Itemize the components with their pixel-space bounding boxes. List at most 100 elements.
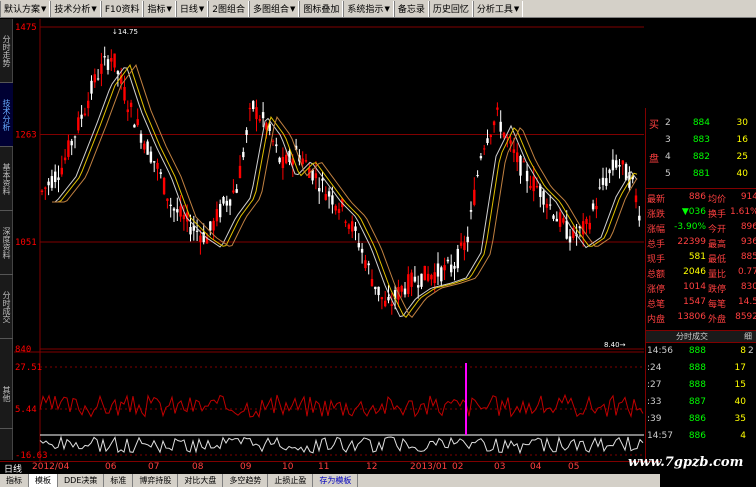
candle-body xyxy=(252,101,255,110)
bottom-tab[interactable]: 止损止盈 xyxy=(268,474,314,487)
candle-body xyxy=(149,151,153,163)
tab-detail[interactable]: 细 xyxy=(744,331,752,342)
quote-cell: 888 xyxy=(688,363,706,373)
candle-body xyxy=(367,263,370,266)
quote-cell: 8592 xyxy=(735,312,756,322)
toolbar-button[interactable]: 技术分析 ▼ xyxy=(50,0,101,17)
tab-ticks[interactable]: 分时成交 xyxy=(676,331,708,342)
candle-body xyxy=(450,264,453,273)
date-axis: 日线 2012/04 06 07 08 09 10 11 12 2013/01 02 03 04 05 xyxy=(0,461,660,475)
quote-cell: 涨停 xyxy=(647,285,666,295)
quote-cell: :27 xyxy=(647,380,662,390)
candle-body xyxy=(545,203,549,208)
candle-body xyxy=(506,136,509,138)
vtab-item[interactable]: 基本资料 xyxy=(0,147,13,211)
date-tick-label: 05 xyxy=(568,462,580,472)
vtab-item[interactable]: 技术分析 xyxy=(0,83,13,147)
quote-cell: 总额 xyxy=(647,270,666,280)
stat-row: 涨停 1014 跌停 830 xyxy=(646,282,756,295)
quote-cell: 881 xyxy=(692,169,710,179)
panel-divider xyxy=(646,188,756,189)
candle-body xyxy=(222,196,225,204)
chevron-down-icon: ▼ xyxy=(198,4,205,13)
candle-body xyxy=(318,188,321,192)
candle-body xyxy=(153,161,156,163)
candle-body xyxy=(588,222,591,230)
candle-body xyxy=(67,140,70,157)
chevron-down-icon: ▼ xyxy=(41,4,47,13)
candle-body xyxy=(106,59,110,70)
top-toolbar: 默认方案 ▼ 技术分析 ▼ F10资料 指标 ▼ 日线 ▼ 2图组合 多图组合 ▼ 图标叠加 系统指示 ▼ 备… xyxy=(0,0,756,18)
candle-body xyxy=(136,119,139,126)
candle-body xyxy=(209,221,212,231)
kline-chart[interactable]: 147512631051840张化机 日线 多空操作 FL: 9.856 FS:… xyxy=(14,19,644,461)
quote-cell: 总手 xyxy=(647,240,666,250)
candle-body xyxy=(473,189,476,205)
candle-body xyxy=(466,236,469,243)
date-tick-label: 11 xyxy=(318,462,330,472)
vtab-item[interactable]: 深度资料 xyxy=(0,211,13,275)
candle-body xyxy=(63,157,67,161)
candle-body xyxy=(621,160,624,165)
toolbar-button-label: 分析工具 xyxy=(476,5,513,15)
candle-body xyxy=(129,102,133,107)
bottom-tab[interactable]: 指标 xyxy=(0,474,29,487)
toolbar-button[interactable]: 默认方案 ▼ xyxy=(0,0,51,17)
bottom-tab[interactable]: 模板 xyxy=(29,474,58,487)
candle-body xyxy=(489,135,492,138)
vtab-item[interactable]: 分时走势 xyxy=(0,19,13,83)
candle-body xyxy=(321,178,324,181)
toolbar-button[interactable]: 日线 ▼ xyxy=(175,0,209,17)
candle-body xyxy=(281,156,285,169)
toolbar-button[interactable]: 多图组合 ▼ xyxy=(249,0,300,17)
toolbar-button-label: 图标叠加 xyxy=(303,5,340,15)
candle-body xyxy=(585,218,588,225)
candle-body xyxy=(558,212,562,227)
candle-body xyxy=(96,78,100,80)
toolbar-button[interactable]: 系统指示 ▼ xyxy=(343,0,394,17)
toolbar-button[interactable]: 2图组合 xyxy=(208,0,249,17)
low-price-mark: 8.40→ xyxy=(604,341,626,349)
candle-body xyxy=(605,178,608,186)
candle-body xyxy=(57,177,60,181)
left-vertical-tabs: 分时走势 技术分析 基本资料 深度资料 分时成交其他 xyxy=(0,19,13,460)
toolbar-button-label: 多图组合 xyxy=(253,5,290,15)
toolbar-button[interactable]: 指标 ▼ xyxy=(143,0,176,17)
date-tick-label: 09 xyxy=(240,462,252,472)
bottom-tab[interactable]: 博弈持股 xyxy=(133,474,179,487)
candle-body xyxy=(232,190,235,193)
candle-body xyxy=(90,80,93,94)
vtab-item[interactable]: 分时成交 xyxy=(0,275,13,339)
toolbar-button[interactable]: 图标叠加 xyxy=(299,0,344,17)
candle-body xyxy=(54,171,57,183)
quote-cell: 581 xyxy=(688,252,706,262)
quote-cell: 886 xyxy=(688,192,706,202)
candle-body xyxy=(83,113,87,116)
date-tick-label: 2013/01 xyxy=(410,462,448,472)
toolbar-button[interactable]: 历史回忆 xyxy=(428,0,473,17)
bottom-tab[interactable]: DDE决策 xyxy=(58,474,105,487)
candle-body xyxy=(413,276,417,282)
ma-line-yellow xyxy=(52,63,638,318)
price-tick-label: 1051 xyxy=(15,238,37,248)
high-price-mark: ↓14.75 xyxy=(112,28,138,36)
quote-cell: 4 xyxy=(740,431,746,441)
toolbar-button[interactable]: 备忘录 xyxy=(393,0,429,17)
toolbar-button[interactable]: F10资料 xyxy=(100,0,144,17)
candle-body xyxy=(126,109,129,113)
candle-body xyxy=(469,210,473,212)
bottom-tab[interactable]: 存为模板 xyxy=(313,474,359,487)
candle-body xyxy=(77,117,80,131)
bottom-tab[interactable]: 对比大盘 xyxy=(178,474,224,487)
candle-body xyxy=(176,209,179,213)
candle-body xyxy=(301,158,304,165)
quote-cell: 总笔 xyxy=(647,300,666,310)
toolbar-button-label: 默认方案 xyxy=(4,5,41,15)
bottom-tab[interactable]: 多空趋势 xyxy=(223,474,269,487)
toolbar-button-label: 指标 xyxy=(147,5,166,15)
indicator-line-white xyxy=(39,435,644,455)
toolbar-button[interactable]: 分析工具 ▼ xyxy=(472,0,524,17)
candle-body xyxy=(374,286,377,290)
vtab-other[interactable]: 其他 xyxy=(0,359,13,429)
bottom-tab[interactable]: 标准 xyxy=(104,474,134,487)
